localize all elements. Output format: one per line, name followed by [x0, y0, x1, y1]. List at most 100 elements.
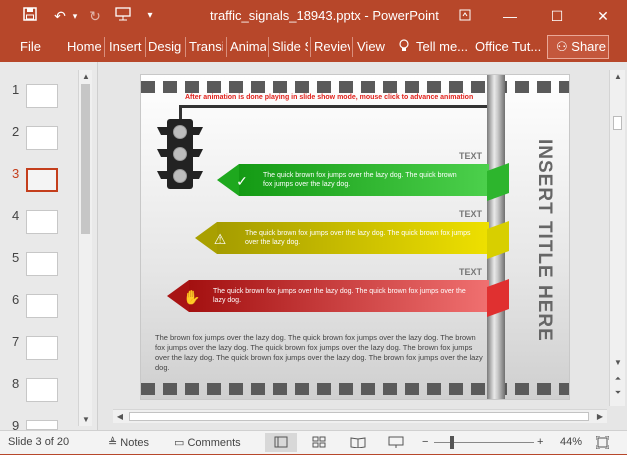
- save-icon[interactable]: [20, 6, 40, 26]
- light-visor: [193, 127, 203, 135]
- account-name[interactable]: Office Tut...: [475, 39, 541, 54]
- slide-scrollbar[interactable]: ▲ ▼ ⏶ ⏷: [609, 70, 625, 406]
- thumbnail-scrollbar[interactable]: ▲ ▼: [78, 70, 92, 426]
- slide-sorter-icon[interactable]: [312, 436, 326, 451]
- horizontal-scrollbar[interactable]: ◀ ▶: [113, 409, 607, 423]
- tab-review[interactable]: Reviev: [314, 39, 350, 54]
- yellow-arrow: ⚠ The quick brown fox jumps over the laz…: [195, 222, 489, 254]
- slide-thumbnail-5[interactable]: [26, 252, 58, 276]
- slide-thumbnail-6[interactable]: [26, 294, 58, 318]
- tab-animations[interactable]: Anima: [230, 39, 266, 54]
- item-label: TEXT: [459, 151, 483, 161]
- comments-button[interactable]: ▭ Comments: [174, 436, 241, 449]
- undo-dropdown-icon[interactable]: ▾: [70, 6, 80, 26]
- tab-design[interactable]: Desigr: [148, 39, 182, 54]
- warning-icon: ⚠: [213, 231, 227, 247]
- reading-view-icon[interactable]: [350, 436, 366, 451]
- undo-icon[interactable]: ↶: [50, 6, 70, 26]
- slide-title[interactable]: INSERT TITLE HERE: [525, 139, 555, 342]
- slide-thumbnail-2[interactable]: [26, 126, 58, 150]
- tab-separator: [185, 37, 186, 57]
- scroll-thumb[interactable]: [129, 412, 589, 421]
- scroll-right-icon[interactable]: ▶: [593, 412, 607, 421]
- normal-view-icon[interactable]: [265, 433, 297, 452]
- body-paragraph[interactable]: The brown fox jumps over the lazy dog. T…: [155, 333, 487, 373]
- slide-thumbnail-8[interactable]: [26, 378, 58, 402]
- customize-toolbar-icon[interactable]: ▾: [143, 6, 157, 26]
- scroll-thumb[interactable]: [81, 84, 90, 234]
- slide-number: 3: [12, 166, 20, 181]
- animation-notice: After animation is done playing in slide…: [185, 94, 474, 101]
- previous-slide-icon[interactable]: ⏶: [611, 374, 625, 384]
- item-text: The quick brown fox jumps over the lazy …: [213, 288, 466, 304]
- light-visor: [157, 127, 167, 135]
- stop-hand-icon: ✋: [183, 289, 201, 305]
- tab-insert[interactable]: Insert: [109, 39, 143, 54]
- minimize-icon[interactable]: —: [495, 4, 525, 28]
- fit-to-window-icon[interactable]: [595, 435, 610, 452]
- notes-label: Notes: [120, 437, 150, 449]
- light-visor: [193, 171, 203, 179]
- item-label: TEXT: [459, 209, 483, 219]
- scroll-up-icon[interactable]: ▲: [79, 72, 93, 81]
- slide-number: 1: [12, 82, 20, 97]
- light-lamp: [173, 169, 187, 183]
- redo-icon[interactable]: ↻: [85, 6, 105, 26]
- slideshow-icon[interactable]: [388, 436, 404, 452]
- slide-thumbnail-7[interactable]: [26, 336, 58, 360]
- zoom-in-button[interactable]: +: [537, 436, 543, 448]
- slide-thumbnail-9[interactable]: [26, 420, 58, 430]
- slide-thumbnail-4[interactable]: [26, 210, 58, 234]
- zoom-slider[interactable]: [434, 442, 534, 443]
- tab-transitions[interactable]: Transi: [189, 39, 223, 54]
- scroll-thumb[interactable]: [613, 116, 622, 130]
- slide-count: Slide 3 of 20: [8, 436, 70, 448]
- notes-icon: ≜: [108, 437, 118, 449]
- pole-band-yellow: [487, 220, 509, 260]
- slide-canvas[interactable]: After animation is done playing in slide…: [140, 74, 570, 400]
- slide-thumbnail-3[interactable]: [26, 168, 58, 192]
- slide-thumbnail-1[interactable]: [26, 84, 58, 108]
- present-icon[interactable]: [112, 6, 134, 26]
- notes-button[interactable]: ≜ Notes: [108, 436, 149, 449]
- zoom-level[interactable]: 44%: [560, 436, 582, 448]
- status-bar: Slide 3 of 20 ≜ Notes ▭ Comments − + 44%: [0, 430, 627, 454]
- slide-number: 2: [12, 124, 20, 139]
- ribbon-display-icon[interactable]: [450, 4, 480, 28]
- share-label: Share: [571, 39, 606, 54]
- traffic-light-icon: [167, 119, 193, 189]
- restore-icon[interactable]: ☐: [542, 4, 572, 28]
- slide-number: 8: [12, 376, 20, 391]
- tab-separator: [352, 37, 353, 57]
- pole-band-red: [487, 278, 509, 318]
- comment-icon: ▭: [174, 437, 185, 449]
- ribbon-tabs: File Home Insert Desigr Transi Anima Sli…: [0, 32, 627, 62]
- tab-file[interactable]: File: [20, 39, 48, 54]
- tab-separator: [226, 37, 227, 57]
- tell-me-box[interactable]: Tell me...: [416, 39, 468, 54]
- tab-view[interactable]: View: [357, 39, 385, 54]
- slide-number: 6: [12, 292, 20, 307]
- scroll-left-icon[interactable]: ◀: [113, 412, 127, 421]
- next-slide-icon[interactable]: ⏷: [611, 388, 625, 398]
- person-icon: ⚇: [556, 39, 568, 54]
- share-button[interactable]: ⚇ Share: [547, 35, 609, 59]
- item-label: TEXT: [459, 267, 483, 277]
- tab-separator: [310, 37, 311, 57]
- close-icon[interactable]: ✕: [588, 4, 618, 28]
- tab-home[interactable]: Home: [67, 39, 101, 54]
- light-lamp: [173, 147, 187, 161]
- tab-slide-show[interactable]: Slide S: [272, 39, 308, 54]
- checkmark-icon: ✓: [236, 173, 248, 189]
- scroll-down-icon[interactable]: ▼: [79, 415, 93, 424]
- top-stripe: [141, 81, 569, 93]
- scroll-down-icon[interactable]: ▼: [611, 358, 625, 367]
- tab-separator: [145, 37, 146, 57]
- zoom-out-button[interactable]: −: [422, 436, 428, 448]
- tab-separator: [104, 37, 105, 57]
- scroll-up-icon[interactable]: ▲: [611, 72, 625, 81]
- red-arrow: ✋ The quick brown fox jumps over the laz…: [167, 280, 489, 312]
- zoom-slider-thumb[interactable]: [450, 436, 454, 449]
- bottom-stripe: [141, 383, 569, 395]
- title-bar: ↶ ▾ ↻ ▾ traffic_signals_18943.pptx - Pow…: [0, 0, 627, 32]
